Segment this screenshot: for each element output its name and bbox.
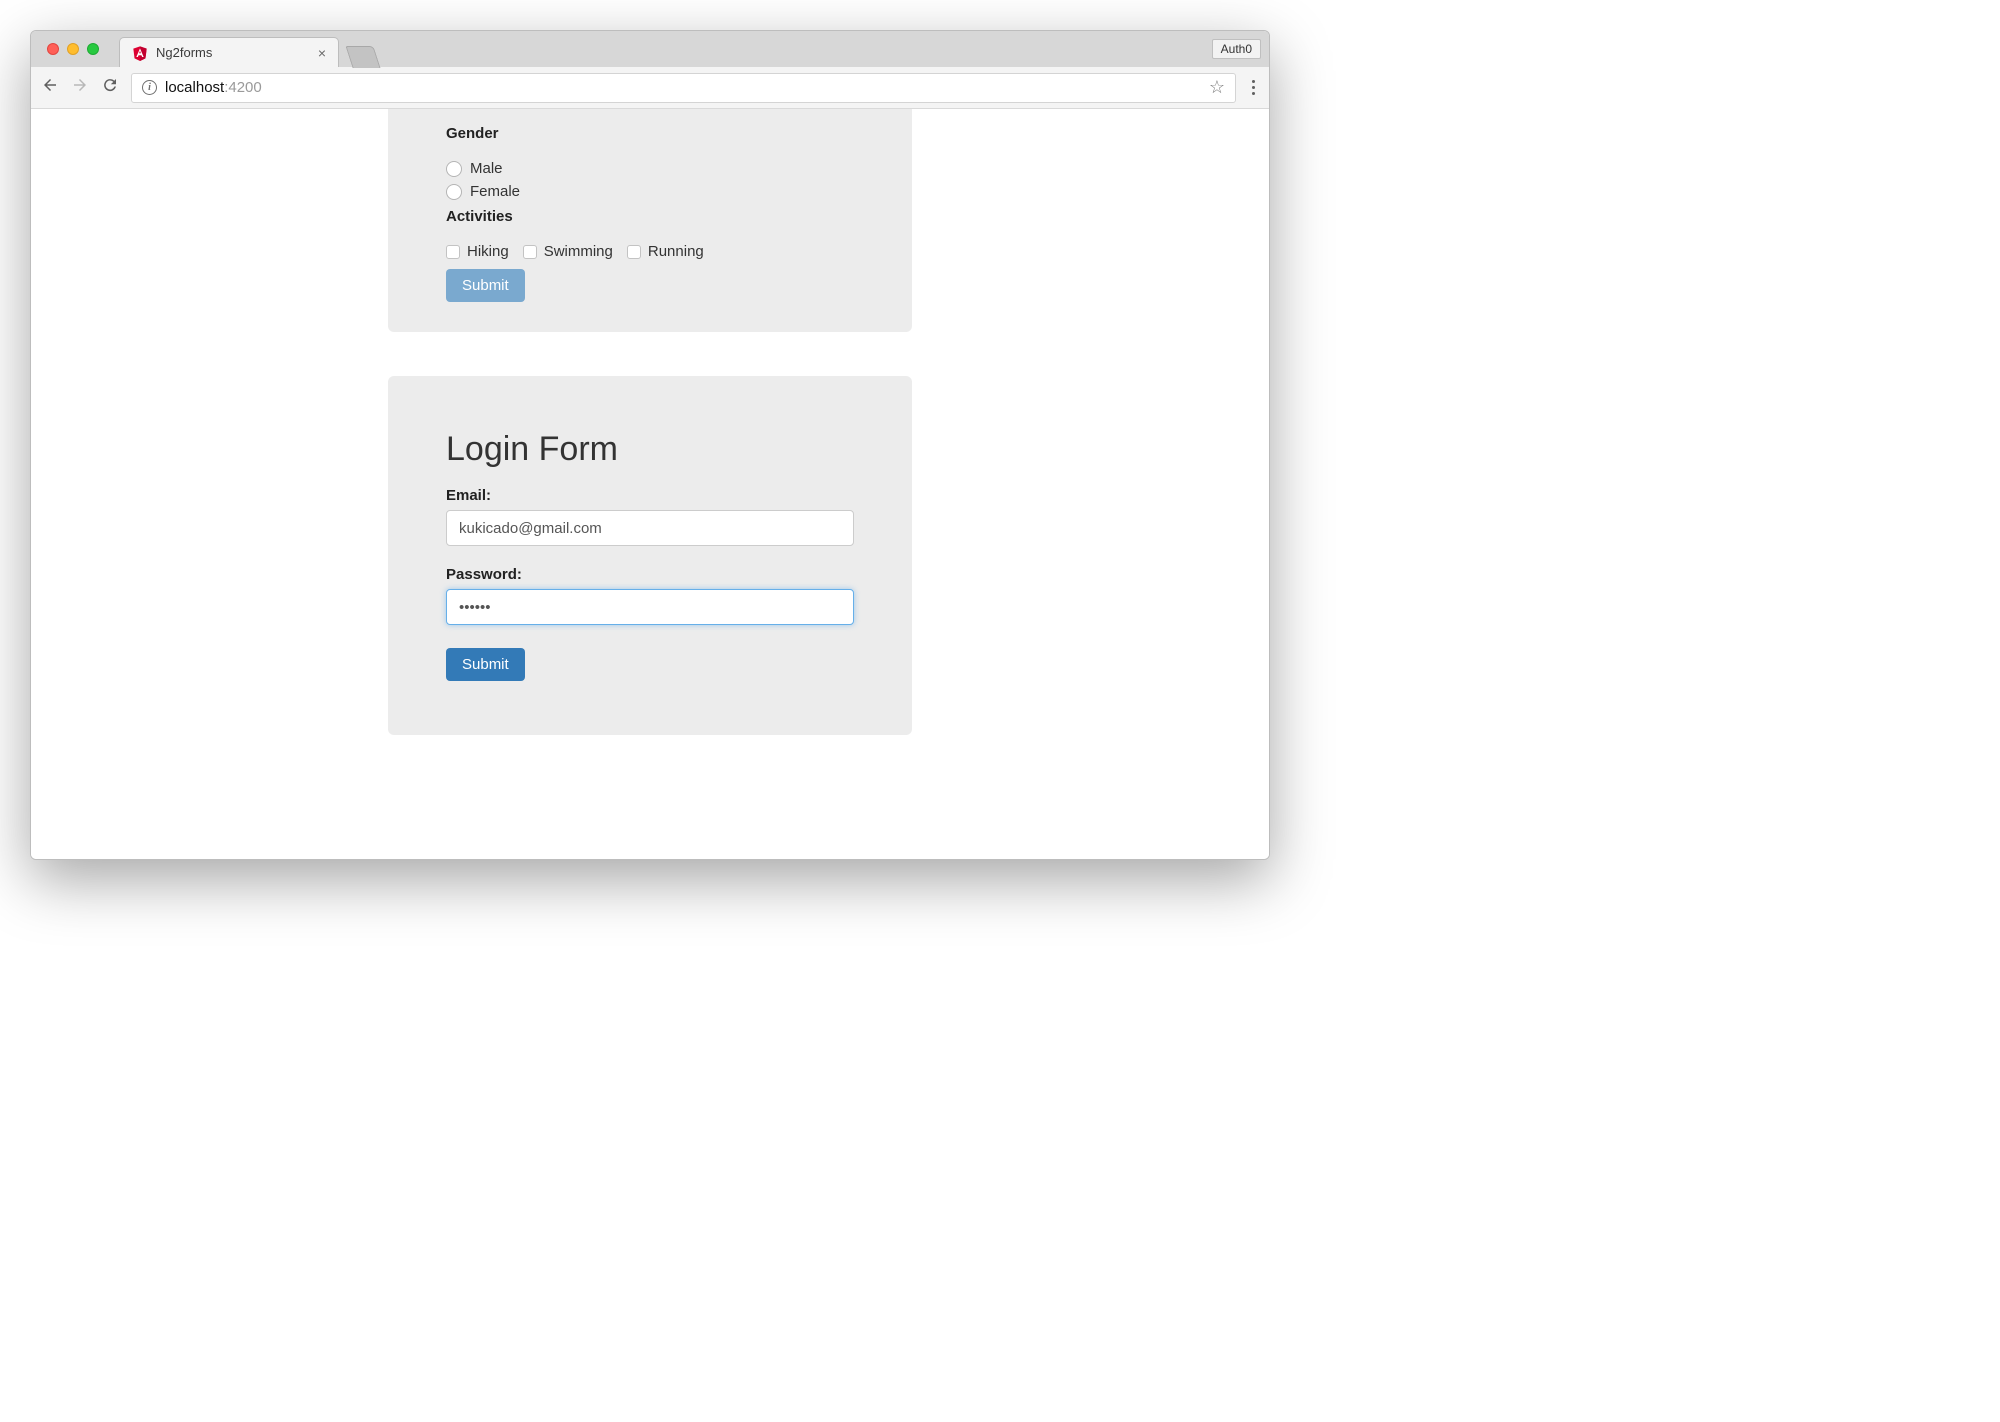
checkbox-icon [523,245,537,259]
url-text: localhost:4200 [165,79,1201,96]
activities-label: Activities [446,208,854,225]
email-label: Email: [446,487,854,504]
radio-label: Male [470,160,503,177]
browser-window: Ng2forms × Auth0 [30,30,1270,860]
gender-label: Gender [446,125,854,142]
checkbox-icon [446,245,460,259]
address-bar[interactable]: i localhost:4200 ☆ [131,73,1236,103]
auth0-extension-button[interactable]: Auth0 [1212,39,1261,59]
url-path: :4200 [224,79,262,96]
tab-title: Ng2forms [156,45,310,60]
radio-label: Female [470,183,520,200]
activity-checkbox-hiking[interactable]: Hiking [446,243,509,260]
checkbox-icon [627,245,641,259]
url-host: localhost [165,79,224,96]
window-close-button[interactable] [47,43,59,55]
password-field[interactable] [446,589,854,625]
traffic-lights [41,31,105,67]
angular-icon [132,45,148,61]
gender-radio-male[interactable]: Male [446,160,854,177]
reload-button[interactable] [101,76,119,99]
bookmark-star-icon[interactable]: ☆ [1209,77,1225,98]
gender-radio-female[interactable]: Female [446,183,854,200]
new-tab-button[interactable] [345,46,380,68]
site-info-icon[interactable]: i [142,80,157,95]
window-minimize-button[interactable] [67,43,79,55]
page-viewport: Gender Male Female Activities [31,109,1269,859]
login-form-title: Login Form [446,430,854,469]
tab-strip: Ng2forms × Auth0 [31,31,1269,67]
login-submit-button[interactable]: Submit [446,648,525,681]
checkbox-label: Swimming [544,243,613,260]
tab-close-icon[interactable]: × [318,45,326,61]
radio-icon [446,161,462,177]
signup-form-panel: Gender Male Female Activities [388,109,912,332]
signup-submit-button[interactable]: Submit [446,269,525,302]
login-form-panel: Login Form Email: Password: Submit [388,376,912,735]
browser-toolbar: i localhost:4200 ☆ [31,67,1269,109]
checkbox-label: Running [648,243,704,260]
checkbox-label: Hiking [467,243,509,260]
browser-tab[interactable]: Ng2forms × [119,37,339,67]
email-field[interactable] [446,510,854,546]
back-button[interactable] [41,76,59,99]
password-label: Password: [446,566,854,583]
browser-menu-icon[interactable] [1248,80,1259,95]
activity-checkbox-swimming[interactable]: Swimming [523,243,613,260]
activity-checkbox-running[interactable]: Running [627,243,704,260]
forward-button[interactable] [71,76,89,99]
window-maximize-button[interactable] [87,43,99,55]
radio-icon [446,184,462,200]
